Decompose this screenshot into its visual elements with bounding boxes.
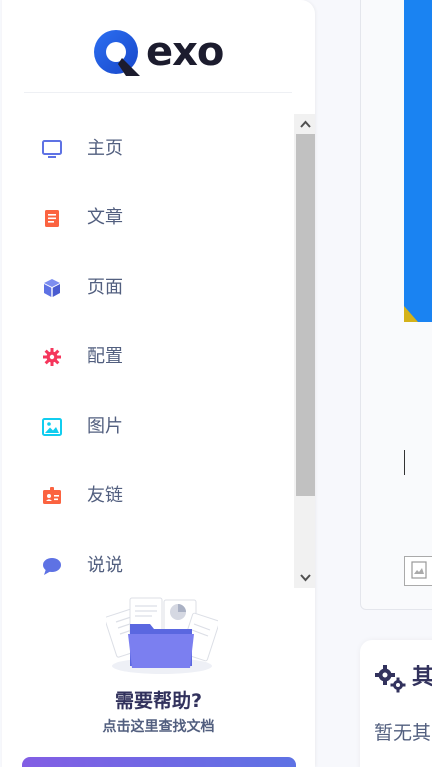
help-folder-illustration — [104, 594, 220, 676]
id-card-icon — [40, 484, 64, 508]
sidebar-item-links[interactable]: 友链 — [2, 468, 295, 524]
help-button[interactable] — [22, 757, 296, 767]
scroll-down-arrow-icon[interactable] — [294, 568, 315, 588]
brand-logo[interactable]: exo — [2, 0, 315, 92]
scrollbar-thumb[interactable] — [296, 134, 315, 496]
sidebar: exo 主页 文章 页面 配置 图片 友链 说说 需要帮助? 点击这里查找文档 — [2, 0, 315, 767]
monitor-icon — [40, 137, 64, 161]
image-preview-corner — [404, 300, 418, 322]
sidebar-scrollbar[interactable] — [294, 114, 315, 588]
sidebar-nav: 主页 文章 页面 配置 图片 友链 说说 — [2, 114, 295, 588]
card-title: 其 — [412, 665, 432, 690]
card-empty-text: 暂无其 — [374, 722, 432, 744]
text-cursor — [404, 450, 405, 475]
brand-name: exo — [146, 29, 224, 75]
chat-bubble-icon — [40, 554, 64, 578]
cube-icon — [40, 276, 64, 300]
help-docs-link[interactable]: 点击这里查找文档 — [2, 716, 315, 738]
image-preview — [404, 0, 432, 322]
sidebar-item-label: 图片 — [87, 416, 123, 437]
divider — [24, 92, 292, 93]
sidebar-item-images[interactable]: 图片 — [2, 399, 295, 455]
help-title: 需要帮助? — [114, 690, 203, 712]
article-icon — [40, 206, 64, 230]
sidebar-item-label: 文章 — [87, 207, 123, 228]
sidebar-item-config[interactable]: 配置 — [2, 329, 295, 385]
sidebar-item-home[interactable]: 主页 — [2, 121, 295, 177]
sidebar-item-talks[interactable]: 说说 — [2, 538, 295, 588]
sidebar-item-label: 主页 — [87, 138, 123, 159]
logo-q-icon — [92, 28, 144, 84]
sidebar-item-articles[interactable]: 文章 — [2, 190, 295, 246]
sidebar-item-label: 页面 — [87, 277, 123, 298]
sidebar-item-label: 配置 — [87, 346, 123, 367]
sidebar-item-pages[interactable]: 页面 — [2, 260, 295, 316]
image-icon — [40, 415, 64, 439]
sidebar-item-label: 友链 — [87, 485, 123, 506]
scroll-up-arrow-icon[interactable] — [294, 114, 315, 134]
gears-icon — [374, 664, 410, 694]
gear-icon — [40, 345, 64, 369]
sidebar-item-label: 说说 — [87, 555, 123, 576]
broken-image-icon — [404, 556, 432, 586]
